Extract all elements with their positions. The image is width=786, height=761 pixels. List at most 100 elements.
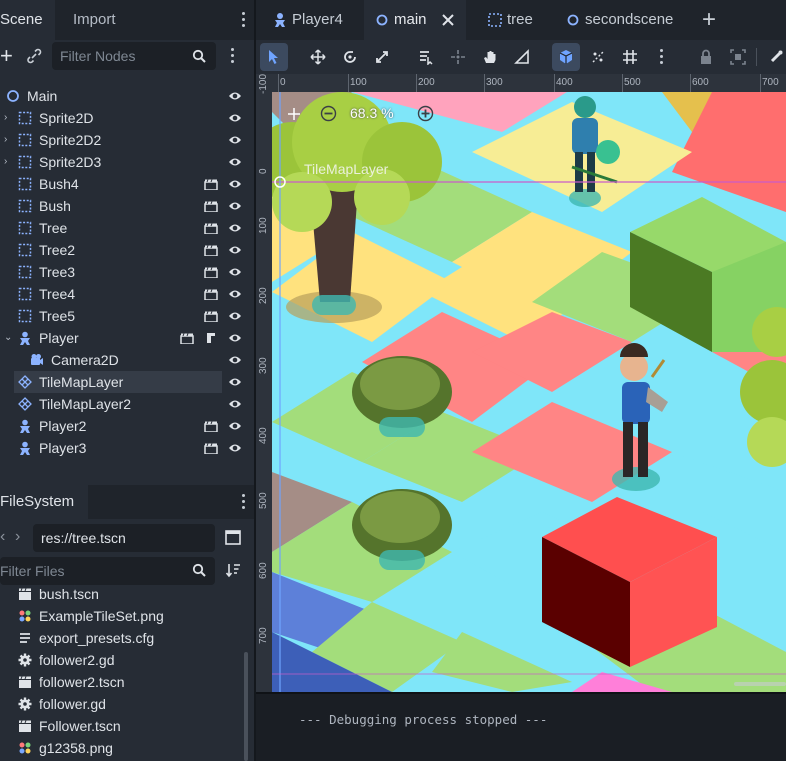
canvas-viewport[interactable]: 68.3 % TileMapLayer [272,92,786,692]
visibility-eye-icon[interactable] [228,420,242,432]
visibility-eye-icon[interactable] [228,288,242,300]
visibility-eye-icon[interactable] [228,156,242,168]
tree-node-main[interactable]: Main [0,85,248,107]
tree-node-tree4[interactable]: Tree4 [0,283,248,305]
tab-player4[interactable]: Player4 [266,0,366,40]
visibility-eye-icon[interactable] [228,200,242,212]
ruler-tool-button[interactable] [508,43,536,71]
expand-arrow-icon[interactable]: › [4,156,12,168]
expand-arrow-icon[interactable]: › [4,112,12,124]
tree-node-bush4[interactable]: Bush4 [0,173,248,195]
snap-menu-icon[interactable] [660,49,664,65]
file-item[interactable]: export_presets.cfg [0,627,244,649]
zoom-reset-icon[interactable] [286,106,302,122]
visibility-eye-icon[interactable] [228,266,242,278]
zoom-level[interactable]: 68.3 % [350,105,394,121]
open-scene-icon[interactable] [204,288,218,300]
collapse-arrow-icon[interactable]: ⌄ [4,332,12,344]
file-item[interactable]: Follower.tscn [0,715,244,737]
scale-tool-button[interactable] [368,43,396,71]
expand-arrow-icon[interactable]: › [4,134,12,146]
add-node-icon[interactable]: + [0,44,14,68]
pan-tool-button[interactable] [476,43,504,71]
open-scene-icon[interactable] [180,332,194,344]
visibility-eye-icon[interactable] [228,376,242,388]
tree-node-sprite2d2[interactable]: › Sprite2D2 [0,129,248,151]
tree-node-player3[interactable]: Player3 [0,437,248,459]
visibility-eye-icon[interactable] [228,90,242,102]
visibility-eye-icon[interactable] [228,134,242,146]
select-tool-button[interactable] [260,43,288,71]
dock-menu-icon[interactable] [242,12,246,28]
tree-node-sprite2d[interactable]: › Sprite2D [0,107,248,129]
pivot-tool-button[interactable] [444,43,472,71]
tab-main[interactable]: main [364,0,466,40]
tree-node-player[interactable]: ⌄ Player [0,327,248,349]
lock-button[interactable] [692,43,720,71]
open-scene-icon[interactable] [204,310,218,322]
file-item[interactable]: bush.tscn [0,586,244,605]
list-select-button[interactable] [412,43,440,71]
game-scene[interactable] [272,92,786,692]
visibility-eye-icon[interactable] [228,398,242,410]
file-item[interactable]: g12358.png [0,737,244,759]
scene-options-icon[interactable] [231,48,235,64]
snap-options-button[interactable] [584,43,612,71]
tree-node-tree[interactable]: Tree [0,217,248,239]
open-scene-icon[interactable] [204,244,218,256]
visibility-eye-icon[interactable] [228,112,242,124]
visibility-eye-icon[interactable] [228,178,242,190]
visibility-eye-icon[interactable] [228,310,242,322]
tree-node-tree2[interactable]: Tree2 [0,239,248,261]
bones-button[interactable] [766,43,786,71]
forward-arrow-icon[interactable]: › [15,528,20,546]
close-tab-icon[interactable] [442,14,454,26]
script-icon[interactable] [204,332,218,344]
tree-node-sprite2d3[interactable]: › Sprite2D3 [0,151,248,173]
link-icon[interactable] [26,48,42,64]
tab-filesystem[interactable]: FileSystem [0,485,88,519]
group-button[interactable] [724,43,752,71]
smart-snap-button[interactable] [552,43,580,71]
tree-node-tree3[interactable]: Tree3 [0,261,248,283]
path-field[interactable]: res://tree.tscn [33,524,215,552]
viewport-scrollbar[interactable] [734,682,786,686]
tree-node-tree5[interactable]: Tree5 [0,305,248,327]
tab-import[interactable]: Import [73,0,143,40]
back-arrow-icon[interactable]: ‹ [0,528,5,546]
tab-secondscene[interactable]: secondscene [558,0,688,40]
tab-scene[interactable]: Scene [0,0,55,40]
visibility-eye-icon[interactable] [228,442,242,454]
open-scene-icon[interactable] [204,200,218,212]
open-scene-icon[interactable] [204,178,218,190]
file-item[interactable]: ExampleTileSet.png [0,605,244,627]
zoom-in-icon[interactable] [417,105,434,122]
tab-tree[interactable]: tree [478,0,548,40]
open-scene-icon[interactable] [204,222,218,234]
visibility-eye-icon[interactable] [228,354,242,366]
sort-icon[interactable] [225,562,241,578]
filesystem-menu-icon[interactable] [242,494,246,510]
add-tab-icon[interactable]: + [702,6,716,34]
filter-files-input[interactable]: Filter Files [0,557,215,585]
tree-node-bush[interactable]: Bush [0,195,248,217]
visibility-eye-icon[interactable] [228,222,242,234]
visibility-eye-icon[interactable] [228,332,242,344]
open-scene-icon[interactable] [204,266,218,278]
rotate-tool-button[interactable] [336,43,364,71]
tree-node-camera2d[interactable]: Camera2D [0,349,248,371]
open-scene-icon[interactable] [204,420,218,432]
file-item[interactable]: follower.gd [0,693,244,715]
split-view-icon[interactable] [225,530,241,545]
tree-node-tilemaplayer[interactable]: TileMapLayer [14,371,241,393]
visibility-eye-icon[interactable] [228,244,242,256]
file-list-scrollbar[interactable] [244,652,248,761]
file-item[interactable]: follower2.tscn [0,671,244,693]
grid-snap-button[interactable] [616,43,644,71]
open-scene-icon[interactable] [204,442,218,454]
tree-node-player2[interactable]: Player2 [0,415,248,437]
tree-node-tilemaplayer2[interactable]: TileMapLayer2 [0,393,248,415]
zoom-out-icon[interactable] [320,105,337,122]
file-item[interactable]: follower2.gd [0,649,244,671]
move-tool-button[interactable] [304,43,332,71]
